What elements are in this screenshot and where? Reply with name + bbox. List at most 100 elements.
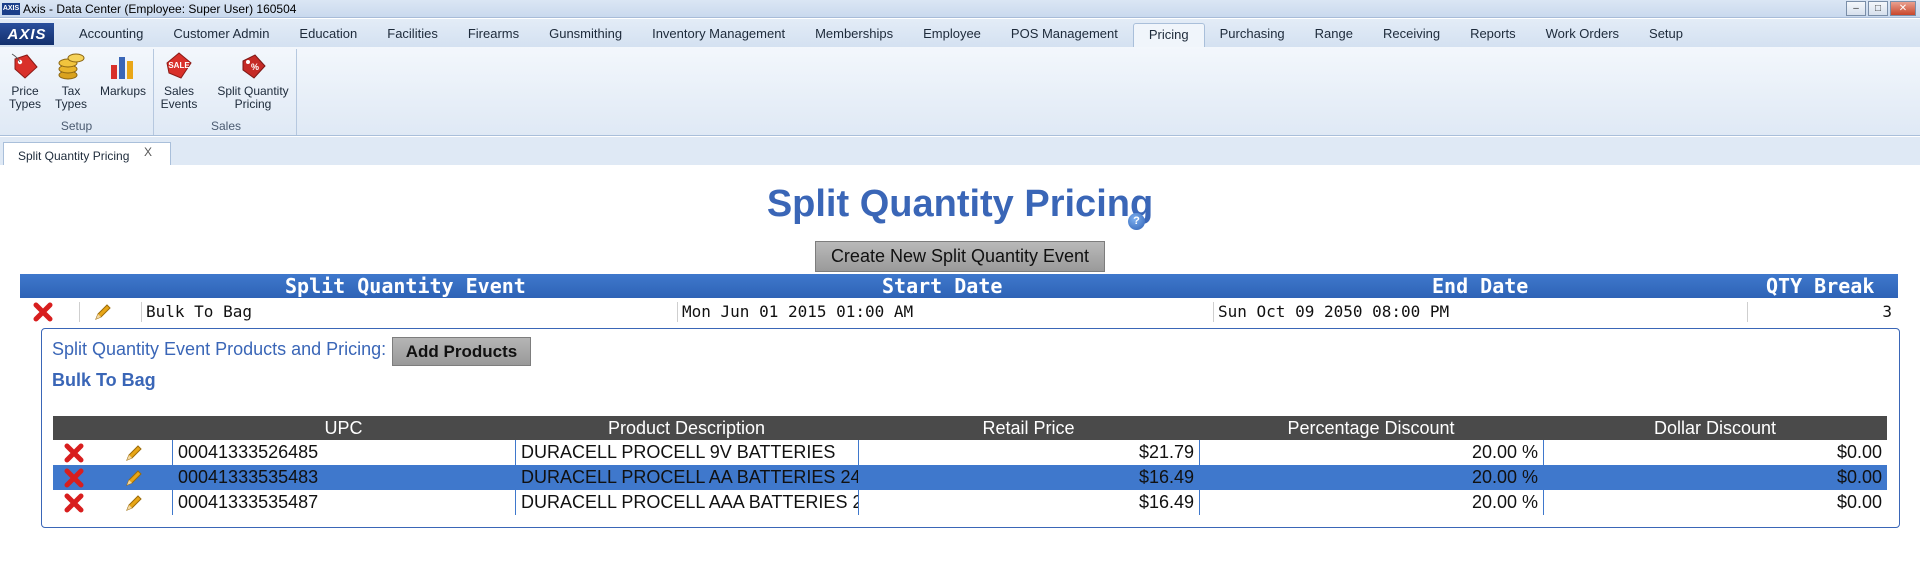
col-qty-break: QTY Break (1766, 274, 1875, 298)
menu-receiving[interactable]: Receiving (1368, 23, 1455, 47)
page-title: Split Quantity Pricing (766, 183, 1154, 225)
event-end-cell: Sun Oct 09 2050 08:00 PM (1213, 302, 1747, 322)
main-menu: AXIS Accounting Customer Admin Education… (0, 19, 1920, 47)
tab-split-quantity-pricing[interactable]: Split Quantity Pricing X (3, 142, 171, 165)
table-row[interactable]: 00041333526485 DURACELL PROCELL 9V BATTE… (53, 440, 1887, 465)
event-row[interactable]: Bulk To Bag Mon Jun 01 2015 01:00 AM Sun… (20, 300, 1898, 324)
bar-chart-icon (111, 57, 133, 79)
percentage-discount-cell: 20.00 % (1199, 490, 1543, 515)
setup-group-label: Setup (60, 119, 93, 133)
menu-employee[interactable]: Employee (908, 23, 996, 47)
event-start-cell: Mon Jun 01 2015 01:00 AM (677, 302, 1213, 322)
menu-customer-admin[interactable]: Customer Admin (158, 23, 284, 47)
window-titlebar: AXIS Axis - Data Center (Employee: Super… (0, 0, 1920, 18)
table-row-selected[interactable]: 00041333535483 DURACELL PROCELL AA BATTE… (53, 465, 1887, 490)
menu-accounting[interactable]: Accounting (64, 23, 158, 47)
delete-event-icon[interactable] (32, 302, 54, 322)
col-split-quantity-event: Split Quantity Event (285, 274, 526, 298)
split-quantity-pricing-button[interactable]: % Split Quantity Pricing (212, 51, 294, 111)
create-new-event-button[interactable]: Create New Split Quantity Event (815, 241, 1105, 272)
delete-row-icon[interactable] (63, 443, 85, 463)
close-window-button[interactable]: ✕ (1890, 1, 1916, 16)
sales-events-button[interactable]: SALE Sales Events (160, 51, 198, 111)
event-qty-cell: 3 (1747, 302, 1898, 322)
app-icon: AXIS (2, 2, 20, 15)
event-name-cell: Bulk To Bag (141, 302, 697, 322)
menu-gunsmithing[interactable]: Gunsmithing (534, 23, 637, 47)
edit-row-icon[interactable] (124, 468, 144, 488)
menu-purchasing[interactable]: Purchasing (1205, 23, 1300, 47)
col-upc: UPC (324, 418, 363, 438)
price-types-button[interactable]: Price Types (6, 51, 44, 111)
percentage-discount-cell: 20.00 % (1199, 465, 1543, 490)
menu-reports[interactable]: Reports (1455, 23, 1531, 47)
menu-education[interactable]: Education (284, 23, 372, 47)
col-start-date: Start Date (882, 274, 1003, 298)
split-price-tag-icon: % (242, 54, 266, 79)
markups-button[interactable]: Markups (98, 51, 148, 98)
retail-price-cell: $16.49 (858, 465, 1199, 490)
menu-setup[interactable]: Setup (1634, 23, 1698, 47)
tab-label: Split Quantity Pricing (18, 149, 130, 163)
menu-pricing[interactable]: Pricing (1132, 23, 1205, 47)
delete-row-icon[interactable] (63, 468, 85, 488)
upc-cell: 00041333535483 (172, 465, 515, 490)
sales-group-label: Sales (210, 119, 242, 133)
table-row[interactable]: 00041333535487 DURACELL PROCELL AAA BATT… (53, 490, 1887, 515)
retail-price-cell: $21.79 (858, 440, 1199, 465)
description-cell: DURACELL PROCELL 9V BATTERIES (515, 440, 858, 465)
minimize-button[interactable]: – (1846, 1, 1866, 16)
dollar-discount-cell: $0.00 (1543, 440, 1887, 465)
col-product-description: Product Description (607, 418, 766, 438)
tax-types-button[interactable]: Tax Types (52, 51, 90, 111)
products-table-header: UPC Product Description Retail Price Per… (53, 416, 1887, 440)
price-tag-icon (11, 53, 38, 79)
tax-types-label: Tax Types (54, 84, 87, 111)
retail-price-cell: $16.49 (858, 490, 1199, 515)
percentage-discount-cell: 20.00 % (1199, 440, 1543, 465)
menu-work-orders[interactable]: Work Orders (1531, 23, 1634, 47)
add-products-button[interactable]: Add Products (392, 337, 531, 366)
help-icon[interactable]: ? (1128, 213, 1145, 230)
ribbon-group-setup: Price Types Tax Types Markups Setup (0, 49, 154, 135)
col-end-date: End Date (1432, 274, 1529, 298)
menu-pos-management[interactable]: POS Management (996, 23, 1133, 47)
dollar-discount-cell: $0.00 (1543, 490, 1887, 515)
menu-facilities[interactable]: Facilities (372, 23, 453, 47)
edit-row-icon[interactable] (124, 493, 144, 513)
window-title: Axis - Data Center (Employee: Super User… (23, 1, 297, 16)
document-tabbar: Split Quantity Pricing X (0, 137, 1920, 165)
edit-row-icon[interactable] (124, 443, 144, 463)
maximize-button[interactable]: □ (1868, 1, 1888, 16)
upc-cell: 00041333535487 (172, 490, 515, 515)
edit-event-icon[interactable] (93, 302, 113, 322)
divider (79, 302, 84, 322)
selected-event-name: Bulk To Bag (52, 370, 156, 390)
col-retail-price: Retail Price (982, 418, 1075, 438)
col-percentage-discount: Percentage Discount (1287, 418, 1455, 438)
svg-text:SALE: SALE (168, 61, 190, 70)
window-controls: – □ ✕ (1846, 1, 1916, 16)
menu-range[interactable]: Range (1300, 23, 1368, 47)
split-quantity-pricing-label: Split Quantity Pricing (217, 84, 289, 111)
upc-cell: 00041333526485 (172, 440, 515, 465)
tab-close-icon[interactable]: X (144, 145, 152, 159)
menu-firearms[interactable]: Firearms (453, 23, 534, 47)
events-table-header: Split Quantity Event Start Date End Date… (20, 274, 1898, 298)
col-dollar-discount: Dollar Discount (1653, 418, 1777, 438)
axis-logo: AXIS (0, 23, 54, 45)
ribbon: Price Types Tax Types Markups Setup SALE… (0, 47, 1920, 136)
menu-inventory-management[interactable]: Inventory Management (637, 23, 800, 47)
sales-events-label: Sales Events (160, 84, 198, 111)
products-pricing-label: Split Quantity Event Products and Pricin… (52, 339, 387, 359)
menu-memberships[interactable]: Memberships (800, 23, 908, 47)
delete-row-icon[interactable] (63, 493, 85, 513)
price-types-label: Price Types (8, 84, 41, 111)
dollar-discount-cell: $0.00 (1543, 465, 1887, 490)
description-cell: DURACELL PROCELL AAA BATTERIES 24PK (515, 490, 858, 515)
coins-icon (58, 53, 85, 80)
markups-label: Markups (99, 84, 146, 98)
ribbon-group-sales: SALE Sales Events % Split Quantity Prici… (156, 49, 297, 135)
sale-tag-icon: SALE (166, 52, 192, 79)
description-cell: DURACELL PROCELL AA BATTERIES 24PK (515, 465, 858, 490)
